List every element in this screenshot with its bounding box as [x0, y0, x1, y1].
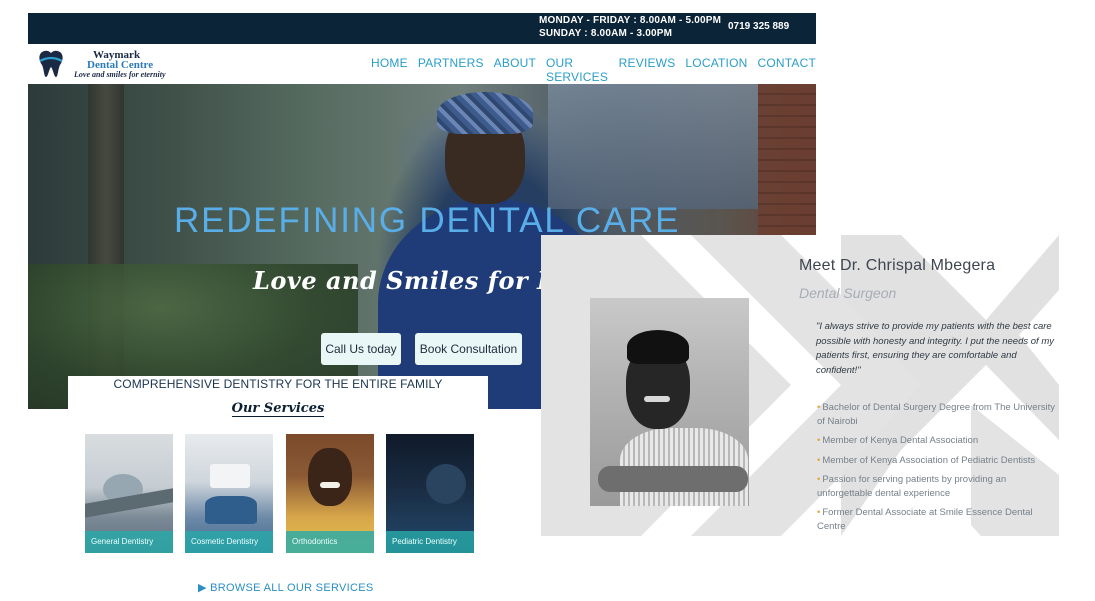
top-info-bar: MONDAY - FRIDAY : 8.00AM - 5.00PM SUNDAY…	[28, 13, 816, 44]
card-photo-face	[308, 448, 352, 506]
service-card-orthodontics[interactable]: Orthodontics	[286, 434, 374, 553]
doctor-photo-smile	[644, 396, 670, 402]
service-card-label: Orthodontics	[286, 531, 374, 553]
service-card-pediatric[interactable]: Pediatric Dentistry	[386, 434, 474, 553]
credential-item: • Member of Kenya Dental Association	[817, 434, 1057, 448]
browse-services-label: BROWSE ALL OUR SERVICES	[210, 582, 374, 594]
bullet-icon: •	[817, 435, 821, 446]
doctor-title: Meet Dr. Chrispal Mbegera	[799, 257, 996, 274]
tooth-icon	[39, 50, 63, 77]
site-logo[interactable]: Waymark Dental Centre Love and smiles fo…	[38, 47, 188, 83]
doctor-credentials: • Bachelor of Dental Surgery Degree from …	[817, 401, 1057, 539]
doctor-photo-hair	[627, 330, 689, 364]
nav-home[interactable]: HOME	[371, 56, 408, 84]
nav-our-services[interactable]: OUR SERVICES	[546, 56, 609, 84]
bullet-icon: •	[817, 507, 821, 518]
credential-text: Member of Kenya Association of Pediatric…	[822, 454, 1036, 466]
doctor-photo	[590, 298, 749, 506]
nav-partners[interactable]: PARTNERS	[418, 56, 484, 84]
hero-window	[548, 84, 758, 209]
bullet-icon: •	[817, 402, 821, 413]
services-section: COMPREHENSIVE DENTISTRY FOR THE ENTIRE F…	[68, 376, 488, 601]
credential-item: • Bachelor of Dental Surgery Degree from …	[817, 401, 1057, 428]
nav-contact[interactable]: CONTACT	[757, 56, 816, 84]
services-title-text: Our Services	[231, 401, 325, 417]
credential-item: • Member of Kenya Association of Pediatri…	[817, 454, 1057, 468]
book-consultation-button[interactable]: Book Consultation	[415, 333, 522, 365]
logo-tagline: Love and smiles for eternity	[74, 70, 166, 79]
opening-hours: MONDAY - FRIDAY : 8.00AM - 5.00PM SUNDAY…	[539, 14, 721, 40]
card-photo-chair	[205, 496, 257, 524]
service-card-label: Pediatric Dentistry	[386, 531, 474, 553]
card-photo-monitor	[210, 464, 250, 488]
credential-item: • Passion for serving patients by providi…	[817, 473, 1057, 500]
doctor-quote: "I always strive to provide my patients …	[816, 321, 1054, 376]
doctor-role: Dental Surgeon	[799, 285, 897, 301]
services-title: Our Services	[68, 401, 488, 417]
nav-about[interactable]: ABOUT	[494, 56, 536, 84]
card-photo-figure	[426, 464, 466, 504]
doctor-photo-arms	[598, 466, 748, 492]
hours-sunday: SUNDAY : 8.00AM - 3.00PM	[539, 28, 673, 39]
bullet-icon: •	[817, 454, 821, 466]
main-menu: HOME PARTNERS ABOUT OUR SERVICES REVIEWS…	[371, 56, 816, 84]
hero-dentist-cap	[437, 92, 533, 134]
nav-location[interactable]: LOCATION	[685, 56, 747, 84]
service-card-label: General Dentistry	[85, 531, 173, 553]
service-card-general[interactable]: General Dentistry	[85, 434, 173, 553]
hours-weekday: MONDAY - FRIDAY : 8.00AM - 5.00PM	[539, 15, 722, 26]
credential-text: Passion for serving patients by providin…	[817, 474, 1007, 499]
service-card-cosmetic[interactable]: Cosmetic Dentistry	[185, 434, 273, 553]
phone-number[interactable]: 0719 325 889	[728, 21, 789, 32]
bullet-icon: •	[817, 474, 821, 485]
credential-text: Member of Kenya Dental Association	[822, 435, 979, 446]
credential-text: Bachelor of Dental Surgery Degree from T…	[817, 402, 1056, 427]
doctor-section: Meet Dr. Chrispal Mbegera Dental Surgeon…	[541, 235, 1095, 601]
call-us-button[interactable]: Call Us today	[321, 333, 401, 365]
play-icon: ▶	[198, 582, 211, 594]
browse-services-link[interactable]: ▶ BROWSE ALL OUR SERVICES	[198, 581, 374, 594]
credential-text: Former Dental Associate at Smile Essence…	[817, 507, 1033, 532]
service-card-label: Cosmetic Dentistry	[185, 531, 273, 553]
nav-reviews[interactable]: REVIEWS	[619, 56, 676, 84]
navigation-bar: Waymark Dental Centre Love and smiles fo…	[28, 44, 816, 84]
card-photo-smile	[320, 482, 340, 488]
services-heading: COMPREHENSIVE DENTISTRY FOR THE ENTIRE F…	[113, 377, 443, 391]
credential-item: • Former Dental Associate at Smile Essenc…	[817, 506, 1057, 533]
